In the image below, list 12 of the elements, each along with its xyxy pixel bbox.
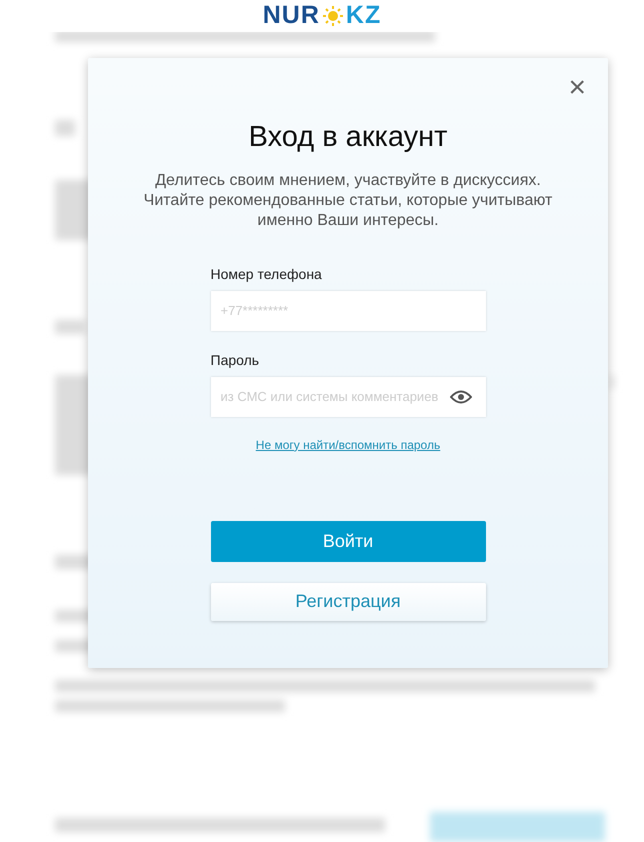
dialog-subtitle: Делитесь своим мнением, участвуйте в дискуссиях. Читайте рекомендованные статьи, которые учитывают именно Ваши интересы. [142, 170, 554, 231]
eye-icon[interactable] [450, 390, 472, 404]
close-button[interactable]: × [566, 74, 588, 102]
sun-icon [322, 5, 344, 27]
forgot-password-link[interactable]: Не могу найти/вспомнить пароль [256, 438, 440, 452]
field-label: Номер телефона [210, 264, 322, 284]
login-button[interactable]: Войти [210, 520, 486, 562]
field-label: Пароль [210, 350, 260, 370]
logo-text: KZ [346, 0, 382, 32]
register-button[interactable]: Регистрация [210, 582, 486, 621]
dialog-title: Вход в аккаунт [248, 120, 448, 155]
logo-text: NUR [262, 0, 320, 32]
